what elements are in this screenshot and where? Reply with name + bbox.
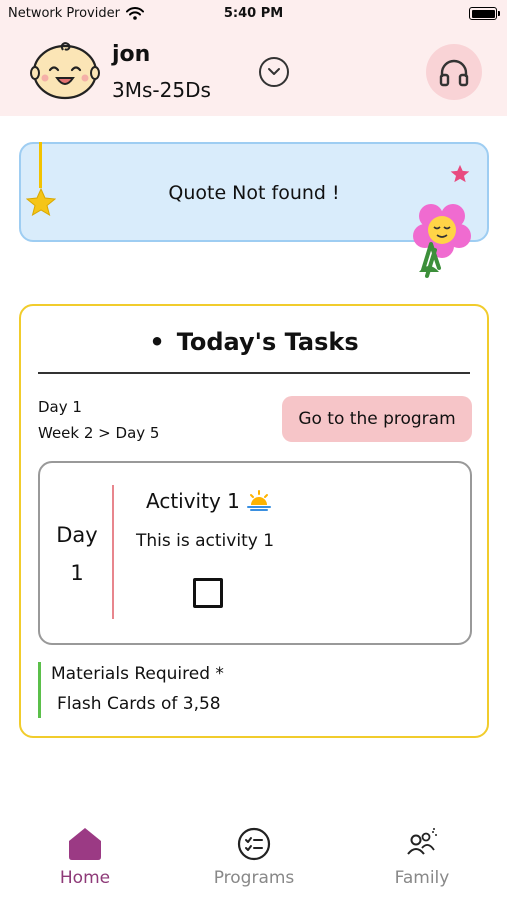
day-label: Day 1 bbox=[38, 398, 82, 416]
materials-section: Materials Required * Flash Cards of 3,58 bbox=[38, 662, 438, 718]
sunrise-icon bbox=[246, 490, 271, 511]
home-icon bbox=[69, 828, 101, 860]
activity-day-word: Day bbox=[56, 523, 98, 547]
activity-day-number: 1 bbox=[70, 561, 84, 585]
activity-title: Activity 1 bbox=[146, 489, 272, 513]
headphones-icon bbox=[439, 59, 469, 87]
nav-home[interactable]: Home bbox=[20, 826, 150, 888]
flower-sticker-icon bbox=[413, 204, 471, 278]
status-bar: Network Provider 5:40 PM bbox=[0, 0, 507, 28]
todays-tasks-card: • Today's Tasks Day 1 Week 2 > Day 5 Go t… bbox=[19, 304, 489, 738]
activity-card[interactable]: Day 1 Activity 1 This is activity 1 bbox=[38, 461, 472, 645]
bullet-icon: • bbox=[149, 328, 165, 356]
nav-family[interactable]: Family bbox=[357, 826, 487, 888]
activity-title-text: Activity 1 bbox=[146, 489, 240, 513]
nav-home-label: Home bbox=[59, 868, 111, 888]
battery-icon bbox=[469, 7, 500, 20]
child-switch-button[interactable] bbox=[259, 57, 289, 87]
support-button[interactable] bbox=[426, 44, 482, 100]
quote-card: Quote Not found ! bbox=[19, 142, 489, 278]
activity-description: This is activity 1 bbox=[136, 531, 275, 551]
activity-divider bbox=[112, 485, 114, 619]
materials-item: Flash Cards of 3,58 bbox=[57, 694, 221, 714]
tasks-title-text: Today's Tasks bbox=[176, 328, 359, 356]
bottom-nav: Home Programs Family bbox=[0, 810, 507, 900]
tasks-title: • Today's Tasks bbox=[21, 328, 487, 356]
checklist-icon bbox=[237, 827, 271, 861]
activity-day-column: Day 1 bbox=[40, 463, 114, 643]
pink-star-icon bbox=[450, 164, 470, 183]
materials-title: Materials Required * bbox=[51, 664, 224, 684]
child-age: 3Ms-25Ds bbox=[112, 78, 211, 102]
status-time: 5:40 PM bbox=[223, 6, 284, 21]
family-icon bbox=[407, 828, 437, 855]
activity-checkbox[interactable] bbox=[193, 578, 223, 608]
week-day-label: Week 2 > Day 5 bbox=[38, 424, 160, 442]
chevron-down-icon bbox=[268, 68, 280, 75]
go-to-program-button[interactable]: Go to the program bbox=[282, 396, 472, 442]
nav-family-label: Family bbox=[394, 868, 450, 888]
baby-face-icon[interactable] bbox=[30, 40, 100, 100]
divider bbox=[38, 372, 470, 374]
child-name: jon bbox=[112, 42, 151, 67]
nav-programs[interactable]: Programs bbox=[189, 826, 319, 888]
nav-programs-label: Programs bbox=[213, 868, 295, 888]
